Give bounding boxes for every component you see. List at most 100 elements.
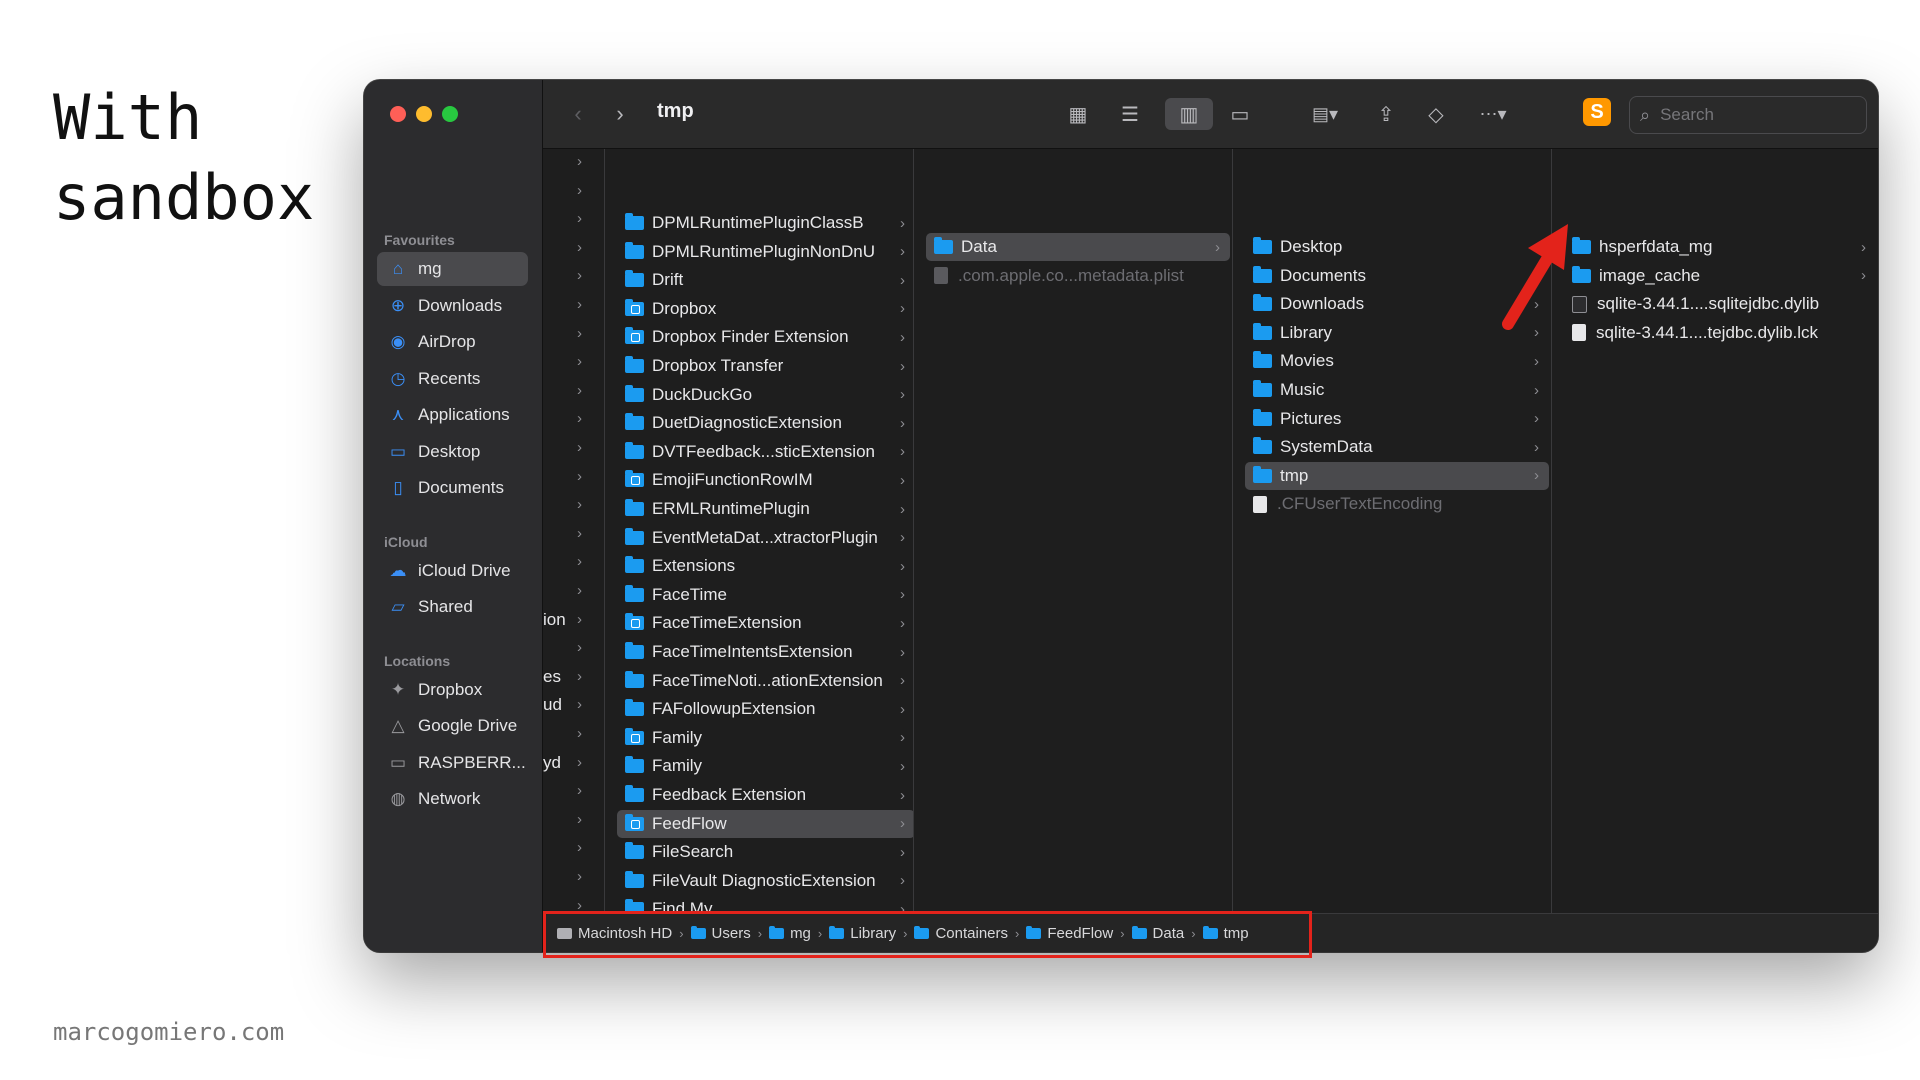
list-item[interactable]: EventMetaDat...xtractorPlugin › [617, 524, 913, 552]
list-item[interactable]: Extensions › [617, 552, 913, 580]
item-label: Data [961, 237, 997, 256]
list-item[interactable]: hsperfdata_mg › [1564, 233, 1876, 261]
back-icon[interactable]: ‹ [563, 98, 593, 130]
folder-icon [625, 298, 644, 316]
list-item[interactable]: Drift › [617, 266, 913, 294]
item-label: hsperfdata_mg [1599, 237, 1713, 256]
zoom-button[interactable] [442, 106, 458, 122]
chevron-right-icon: › [900, 557, 905, 575]
chevron-right-icon: › [900, 586, 905, 604]
list-item[interactable]: Music › [1245, 376, 1549, 404]
truncated-item-label: ion [543, 609, 566, 629]
list-item[interactable]: Movies › [1245, 347, 1549, 375]
item-label: Downloads [1280, 294, 1365, 314]
sidebar-item-raspberr[interactable]: ▭ RASPBERR... [377, 746, 528, 780]
sidebar-item-network[interactable]: ◍ Network [377, 782, 528, 816]
list-item[interactable]: Dropbox › [617, 295, 913, 323]
chevron-right-icon: › [900, 328, 905, 346]
list-item[interactable]: FaceTime › [617, 581, 913, 609]
chevron-right-icon: › [900, 471, 905, 489]
sidebar-item-documents[interactable]: ▯ Documents [377, 471, 528, 505]
minimize-button[interactable] [416, 106, 432, 122]
google-drive-icon: △ [391, 716, 405, 735]
list-item[interactable]: ERMLRuntimePlugin › [617, 495, 913, 523]
chevron-right-icon: › [577, 582, 582, 599]
chevron-right-icon: › [577, 238, 582, 256]
sidebar-item-google-drive[interactable]: △ Google Drive [377, 709, 528, 743]
sidebar-item-mg[interactable]: ⌂ mg [377, 252, 528, 286]
list-item[interactable]: sqlite-3.44.1....sqlitejdbc.dylib [1564, 290, 1876, 318]
list-item[interactable]: DPMLRuntimePluginNonDnU › [617, 238, 913, 266]
list-item[interactable]: FaceTimeNoti...ationExtension › [617, 667, 913, 695]
search-input[interactable] [1658, 104, 1853, 126]
list-item[interactable]: SystemData › [1245, 433, 1549, 461]
group-by-icon[interactable]: ▤▾ [1299, 98, 1351, 130]
sublime-text-icon[interactable]: S [1583, 98, 1611, 126]
chevron-right-icon: › [900, 786, 905, 804]
sidebar-item-label: Documents [418, 478, 504, 497]
list-item[interactable]: Family › [617, 752, 913, 780]
folder-icon [625, 870, 644, 888]
toolbar: ‹ › tmp ▦ ☰ ▥ ▭ ▤▾ ⇪ ◇ ⋯▾ S ⌕ [543, 80, 1878, 149]
share-icon[interactable]: ⇪ [1369, 98, 1403, 130]
icon-view-icon[interactable]: ▦ [1061, 98, 1095, 130]
search-field[interactable]: ⌕ [1629, 96, 1867, 134]
chevron-right-icon: › [900, 243, 905, 261]
sidebar-item-icloud-drive[interactable]: ☁ iCloud Drive [377, 554, 528, 588]
chevron-right-icon: › [577, 639, 582, 657]
sidebar-item-airdrop[interactable]: ◉ AirDrop [377, 325, 528, 359]
list-view-icon[interactable]: ☰ [1113, 98, 1147, 130]
column-0[interactable]: › › › › › › › › › › › › › › › › › › › › › › › › › › › ion es ud yd [543, 149, 605, 914]
list-item[interactable]: Feedback Extension › [617, 781, 913, 809]
list-item[interactable]: Dropbox Finder Extension › [617, 323, 913, 351]
list-item[interactable]: Pictures › [1245, 405, 1549, 433]
chevron-right-icon: › [577, 553, 582, 571]
sidebar-item-applications[interactable]: ⋏ Applications [377, 398, 528, 432]
column-tmp[interactable]: hsperfdata_mg › image_cache › sqlite-3.44.1.… [1552, 149, 1878, 914]
list-item[interactable]: sqlite-3.44.1....tejdbc.dylib.lck [1564, 319, 1876, 347]
folder-icon [1253, 265, 1272, 283]
list-item[interactable]: tmp › [1245, 461, 1549, 490]
gallery-view-icon[interactable]: ▭ [1221, 98, 1259, 130]
chevron-right-icon: › [577, 410, 582, 428]
sidebar-item-desktop[interactable]: ▭ Desktop [377, 435, 528, 469]
list-item[interactable]: DuckDuckGo › [617, 381, 913, 409]
list-item[interactable]: image_cache › [1564, 262, 1876, 290]
item-label: .CFUserTextEncoding [1277, 494, 1443, 514]
sidebar-item-downloads[interactable]: ⊕ Downloads [377, 289, 528, 323]
close-button[interactable] [390, 106, 406, 122]
column-containers[interactable]: DPMLRuntimePluginClassB › DPMLRuntimePlugi… [605, 149, 914, 914]
list-item[interactable]: Family › [617, 724, 913, 752]
forward-icon[interactable]: › [605, 98, 635, 130]
truncated-item-label: es [543, 666, 561, 686]
list-item[interactable]: .CFUserTextEncoding [1245, 490, 1549, 518]
column-view-icon[interactable]: ▥ [1165, 98, 1213, 130]
chevron-right-icon: › [577, 210, 582, 228]
folder-icon [625, 213, 644, 230]
item-label: .com.apple.co...metadata.plist [958, 265, 1184, 285]
list-item[interactable]: EmojiFunctionRowIM › [617, 466, 913, 494]
sidebar-section-header: Favourites [384, 232, 455, 248]
list-item[interactable]: DPMLRuntimePluginClassB › [617, 209, 913, 237]
sidebar-item-shared[interactable]: ▱ Shared [377, 590, 528, 624]
chevron-right-icon: › [577, 439, 582, 456]
column-feedflow[interactable]: Data › .com.apple.co...metadata.plist [914, 149, 1233, 914]
list-item[interactable]: FAFollowupExtension › [617, 695, 913, 723]
file-icon [1253, 495, 1267, 513]
list-item[interactable]: .com.apple.co...metadata.plist [926, 262, 1230, 290]
list-item[interactable]: Data › [926, 233, 1230, 261]
home-icon: ⌂ [392, 259, 404, 278]
list-item[interactable]: FileVault DiagnosticExtension › [617, 867, 913, 895]
tag-icon[interactable]: ◇ [1419, 98, 1453, 130]
list-item[interactable]: FileSearch › [617, 838, 913, 866]
list-item[interactable]: Dropbox Transfer › [617, 352, 913, 380]
list-item[interactable]: DuetDiagnosticExtension › [617, 409, 913, 437]
sidebar-item-dropbox[interactable]: ✦ Dropbox [377, 673, 528, 707]
list-item[interactable]: FeedFlow › [617, 809, 913, 838]
list-item[interactable]: FaceTimeIntentsExtension › [617, 638, 913, 666]
sidebar-item-recents[interactable]: ◷ Recents [377, 362, 528, 396]
more-actions-icon[interactable]: ⋯▾ [1467, 98, 1519, 130]
list-item[interactable]: DVTFeedback...sticExtension › [617, 438, 913, 466]
list-item[interactable]: FaceTimeExtension › [617, 609, 913, 637]
chevron-right-icon: › [900, 414, 905, 432]
